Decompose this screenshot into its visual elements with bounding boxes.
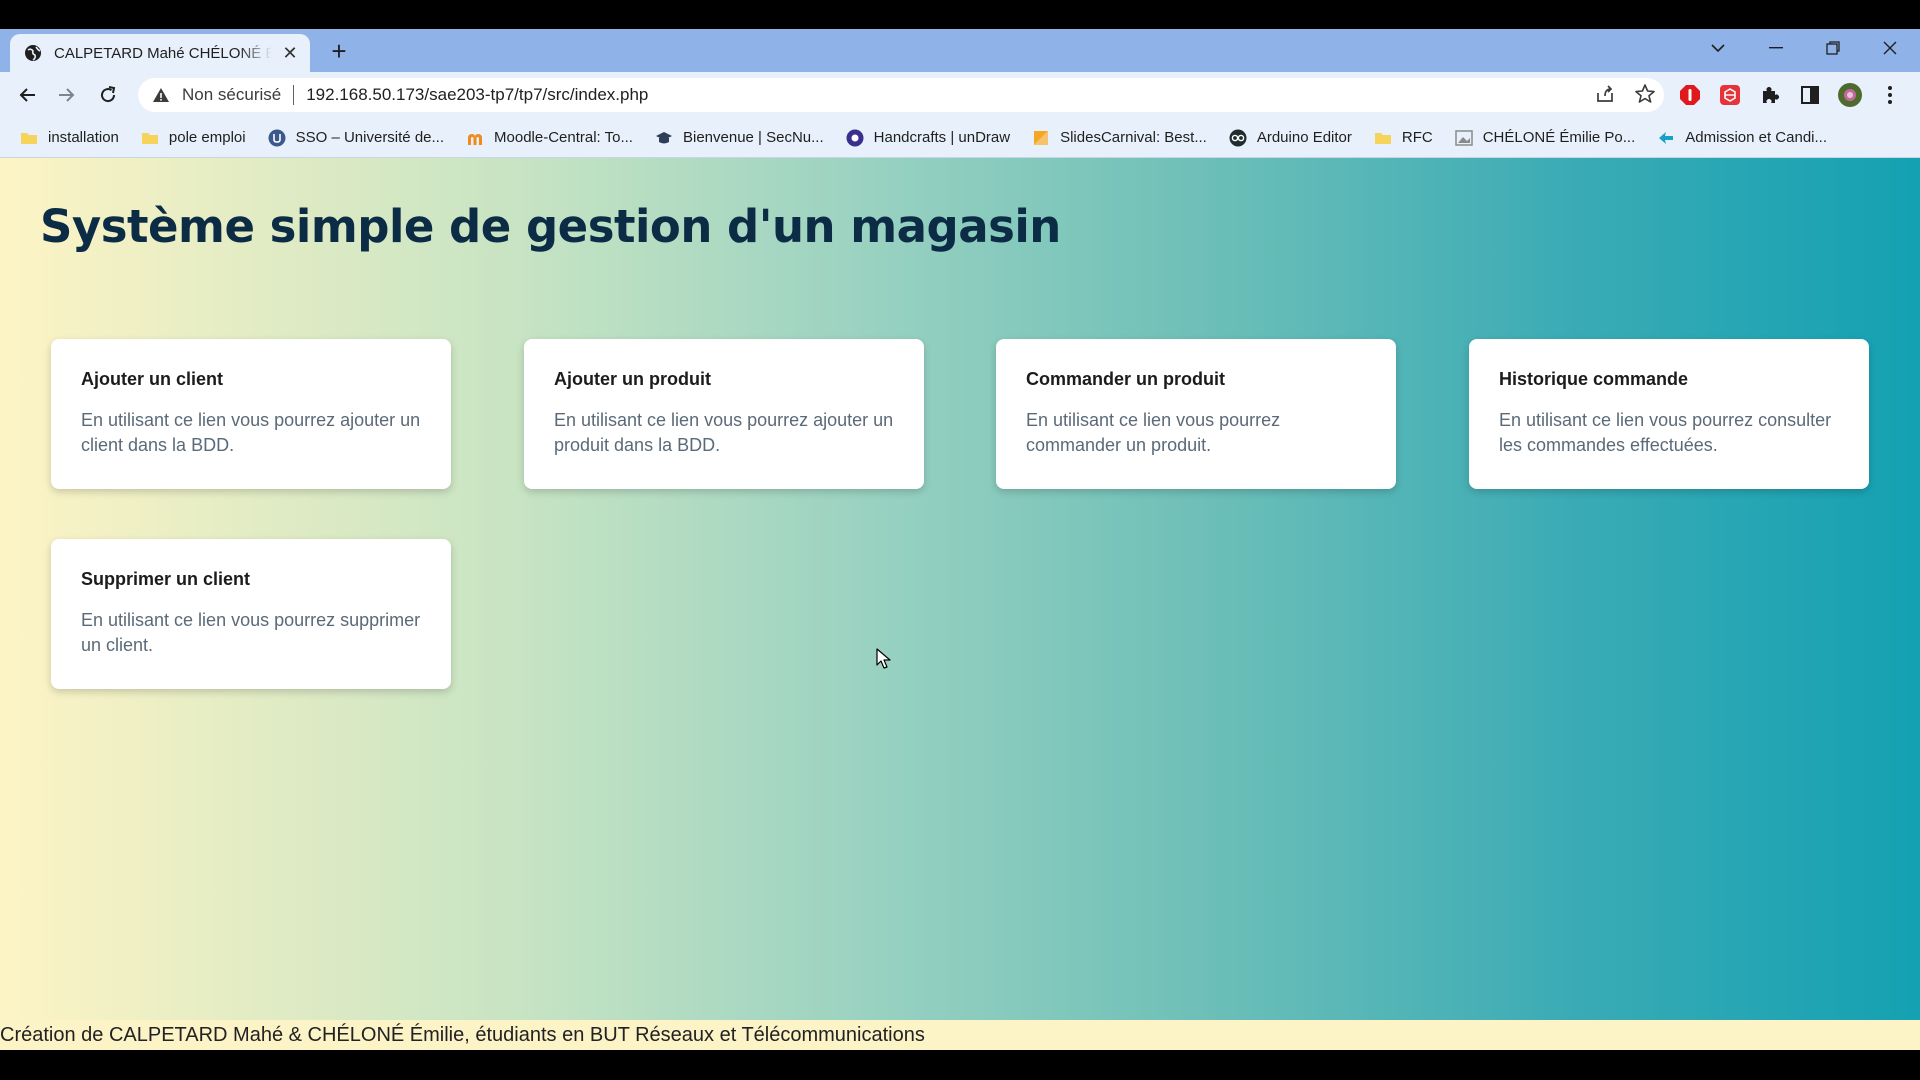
folder-icon bbox=[20, 129, 38, 147]
security-status[interactable]: Non sécurisé bbox=[182, 85, 281, 105]
bookmark-label: RFC bbox=[1401, 129, 1433, 146]
bookmark-item[interactable]: SSO – Université de... bbox=[268, 129, 444, 147]
screen-top-border bbox=[0, 0, 1920, 29]
card-description: En utilisant ce lien vous pourrez suppri… bbox=[81, 610, 421, 655]
bookmark-item[interactable]: Moodle-Central: To... bbox=[466, 129, 633, 147]
bookmark-label: installation bbox=[48, 129, 119, 146]
card-title: Commander un produit bbox=[1026, 369, 1225, 389]
close-window-button[interactable] bbox=[1868, 33, 1912, 63]
bookmark-star-icon[interactable] bbox=[1634, 83, 1656, 105]
address-separator bbox=[293, 85, 295, 105]
extension-red-icon[interactable] bbox=[1716, 81, 1744, 109]
bookmark-label: Moodle-Central: To... bbox=[494, 129, 633, 146]
browser-tab[interactable]: CALPETARD Mahé CHÉLONÉ Émilie ✕ bbox=[10, 34, 310, 72]
bookmark-label: SlidesCarnival: Best... bbox=[1060, 129, 1207, 146]
arrow-right-icon bbox=[59, 88, 75, 102]
adblock-icon[interactable] bbox=[1676, 81, 1704, 109]
bookmarks-bar: installation pole emploi SSO – Université … bbox=[0, 118, 1920, 158]
tab-title: CALPETARD Mahé CHÉLONÉ Émilie bbox=[54, 44, 272, 62]
card-title: Historique commande bbox=[1499, 369, 1689, 389]
card-add-product[interactable]: Ajouter un produit En utilisant ce lien … bbox=[524, 339, 924, 489]
card-order-product[interactable]: Commander un produit En utilisant ce lie… bbox=[996, 339, 1396, 489]
bookmark-label: SSO – Université de... bbox=[295, 129, 445, 146]
bookmark-item[interactable]: pole emploi bbox=[141, 129, 246, 147]
mouse-cursor-icon bbox=[876, 648, 891, 669]
bookmark-label: Bienvenue | SecNu... bbox=[682, 129, 824, 146]
university-icon bbox=[268, 129, 286, 147]
screen-bottom-border bbox=[0, 1050, 1920, 1080]
url-text[interactable]: 192.168.50.173/sae203-tp7/tp7/src/index.… bbox=[306, 85, 648, 105]
card-description: En utilisant ce lien vous pourrez ajoute… bbox=[81, 410, 421, 455]
card-description: En utilisant ce lien vous pourrez comman… bbox=[1026, 410, 1281, 455]
bookmark-item[interactable]: RFC bbox=[1374, 129, 1433, 147]
tab-strip: CALPETARD Mahé CHÉLONÉ Émilie ✕ + bbox=[0, 29, 1920, 72]
slides-icon bbox=[1032, 129, 1050, 147]
globe-icon bbox=[25, 45, 41, 61]
extensions-puzzle-icon[interactable] bbox=[1756, 81, 1784, 109]
bookmark-item[interactable]: CHÉLONÉ Émilie Po... bbox=[1454, 129, 1636, 147]
card-title: Supprimer un client bbox=[81, 569, 251, 589]
new-tab-button[interactable]: + bbox=[326, 38, 352, 64]
bookmark-item[interactable]: SlidesCarnival: Best... bbox=[1032, 129, 1207, 147]
page-content: Système simple de gestion d'un magasin A… bbox=[0, 158, 1920, 1020]
restore-button[interactable] bbox=[1811, 33, 1855, 63]
browser-toolbar: Non sécurisé 192.168.50.173/sae203-tp7/t… bbox=[0, 72, 1920, 118]
address-bar[interactable]: Non sécurisé 192.168.50.173/sae203-tp7/t… bbox=[138, 78, 1664, 112]
side-panel-icon[interactable] bbox=[1796, 81, 1824, 109]
bookmark-item[interactable]: installation bbox=[20, 129, 119, 147]
bookmark-label: Admission et Candi... bbox=[1685, 129, 1827, 146]
undraw-icon bbox=[846, 129, 864, 147]
card-description: En utilisant ce lien vous pourrez ajoute… bbox=[554, 410, 894, 455]
card-add-client[interactable]: Ajouter un client En utilisant ce lien v… bbox=[51, 339, 451, 489]
bookmark-label: Arduino Editor bbox=[1256, 129, 1352, 146]
page-title: Système simple de gestion d'un magasin bbox=[40, 200, 1061, 253]
warning-icon bbox=[153, 88, 169, 102]
bookmark-label: CHÉLONÉ Émilie Po... bbox=[1482, 129, 1636, 146]
bookmark-item[interactable]: Handcrafts | unDraw bbox=[846, 129, 1010, 147]
back-button[interactable] bbox=[14, 81, 42, 109]
bookmark-label: pole emploi bbox=[168, 129, 246, 146]
reload-button[interactable] bbox=[94, 81, 122, 109]
moodle-icon bbox=[466, 129, 484, 147]
bookmark-item[interactable]: Admission et Candi... bbox=[1657, 129, 1827, 147]
page-footer: Création de CALPETARD Mahé & CHÉLONÉ Émi… bbox=[0, 1020, 1920, 1050]
bookmark-item[interactable]: Arduino Editor bbox=[1229, 129, 1352, 147]
minimize-button[interactable] bbox=[1754, 33, 1798, 63]
folder-icon bbox=[1374, 129, 1392, 147]
share-icon[interactable] bbox=[1594, 83, 1616, 105]
card-description: En utilisant ce lien vous pourrez consul… bbox=[1499, 410, 1832, 455]
tab-search-icon[interactable] bbox=[1696, 33, 1740, 63]
arduino-icon bbox=[1229, 129, 1247, 147]
bookmark-label: Handcrafts | unDraw bbox=[873, 129, 1011, 146]
arrow-left-icon bbox=[19, 88, 35, 102]
profile-avatar[interactable] bbox=[1836, 81, 1864, 109]
graduation-cap-icon bbox=[655, 129, 673, 147]
card-delete-client[interactable]: Supprimer un client En utilisant ce lien… bbox=[51, 539, 451, 689]
card-order-history[interactable]: Historique commande En utilisant ce lien… bbox=[1469, 339, 1869, 489]
forward-button[interactable] bbox=[52, 81, 80, 109]
admission-icon bbox=[1657, 129, 1675, 147]
reload-icon bbox=[101, 86, 116, 103]
menu-kebab-icon[interactable] bbox=[1876, 81, 1904, 109]
image-icon bbox=[1454, 129, 1473, 147]
card-title: Ajouter un client bbox=[81, 369, 224, 389]
bookmark-item[interactable]: Bienvenue | SecNu... bbox=[655, 129, 824, 147]
folder-icon bbox=[141, 129, 159, 147]
card-title: Ajouter un produit bbox=[554, 369, 711, 389]
close-tab-icon[interactable]: ✕ bbox=[280, 43, 300, 63]
